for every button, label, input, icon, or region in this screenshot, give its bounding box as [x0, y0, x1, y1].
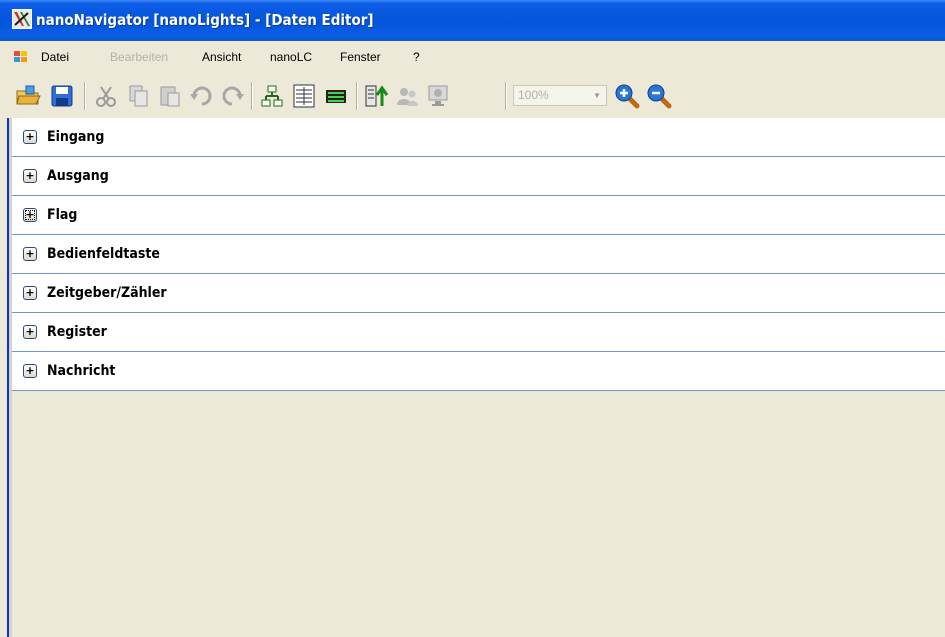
category-label: Eingang: [47, 129, 105, 145]
category-row-zeitgeber-zaehler[interactable]: + Zeitgeber/Zähler: [12, 274, 945, 313]
upload-button[interactable]: [363, 82, 391, 110]
green-bars-icon: [326, 90, 346, 103]
category-row-eingang[interactable]: + Eingang: [12, 118, 945, 157]
paste-button[interactable]: [156, 82, 184, 110]
zoom-in-icon: [615, 84, 640, 109]
expand-button[interactable]: +: [23, 169, 37, 183]
menu-fenster[interactable]: Fenster: [340, 41, 381, 74]
category-label: Ausgang: [47, 168, 109, 184]
menu-bar: Datei Bearbeiten Ansicht nanoLC Fenster …: [0, 41, 945, 74]
expand-button[interactable]: +: [23, 286, 37, 300]
expand-button[interactable]: +: [23, 208, 37, 222]
tree-view-icon: [261, 85, 283, 107]
redo-button[interactable]: [218, 82, 246, 110]
menu-nanolc[interactable]: nanoLC: [270, 41, 312, 74]
copy-icon: [129, 85, 148, 107]
category-label: Flag: [47, 207, 78, 223]
data-table-icon: [293, 84, 315, 108]
paste-icon: [160, 86, 180, 107]
category-row-bedienfeldtaste[interactable]: + Bedienfeldtaste: [12, 235, 945, 274]
category-row-ausgang[interactable]: + Ausgang: [12, 157, 945, 196]
monitor-icon: [428, 85, 448, 106]
undo-icon: [190, 86, 212, 106]
zoom-level-select[interactable]: 100% ▼: [513, 85, 607, 106]
zoom-level-value: 100%: [518, 88, 549, 102]
users-icon: [397, 88, 418, 106]
data-editor-panel: + Eingang + Ausgang + Flag + Bedienfeldt…: [0, 118, 945, 637]
menu-ansicht[interactable]: Ansicht: [202, 41, 241, 74]
mdi-window-icon[interactable]: [13, 49, 29, 65]
category-label: Bedienfeldtaste: [47, 246, 160, 262]
users-button[interactable]: [393, 82, 421, 110]
toolbar-separator: [505, 82, 507, 110]
window-frame-left: [0, 118, 7, 637]
monitor-button[interactable]: [424, 82, 452, 110]
upload-icon: [365, 85, 389, 107]
expand-button[interactable]: +: [23, 364, 37, 378]
category-list: + Eingang + Ausgang + Flag + Bedienfeldt…: [12, 118, 945, 391]
zoom-out-icon: [647, 84, 672, 109]
tree-view-button[interactable]: [258, 82, 286, 110]
menu-help[interactable]: ?: [413, 41, 420, 74]
save-icon: [51, 85, 73, 107]
chevron-down-icon[interactable]: ▼: [590, 88, 604, 103]
toolbar: [0, 74, 945, 118]
toolbar-separator: [84, 82, 86, 110]
cut-button[interactable]: [92, 82, 120, 110]
expand-button[interactable]: +: [23, 325, 37, 339]
zoom-out-button[interactable]: [645, 82, 673, 110]
category-row-flag[interactable]: + Flag: [12, 196, 945, 235]
category-label: Register: [47, 324, 107, 340]
menu-datei[interactable]: Datei: [41, 41, 69, 74]
window-title: nanoNavigator [nanoLights] - [Daten Edit…: [36, 11, 374, 29]
zoom-in-button[interactable]: [613, 82, 641, 110]
category-label: Zeitgeber/Zähler: [47, 285, 167, 301]
cut-icon: [96, 86, 116, 107]
category-label: Nachricht: [47, 363, 116, 379]
category-row-register[interactable]: + Register: [12, 313, 945, 352]
app-logo-icon: [12, 9, 32, 29]
expand-button[interactable]: +: [23, 130, 37, 144]
category-row-nachricht[interactable]: + Nachricht: [12, 352, 945, 391]
toolbar-separator: [251, 82, 253, 110]
expand-button[interactable]: +: [23, 247, 37, 261]
list-view-button[interactable]: [322, 82, 350, 110]
toolbar-separator: [356, 82, 358, 110]
title-bar[interactable]: nanoNavigator [nanoLights] - [Daten Edit…: [0, 0, 945, 41]
copy-button[interactable]: [124, 82, 152, 110]
menu-bearbeiten[interactable]: Bearbeiten: [110, 41, 168, 74]
data-table-button[interactable]: [290, 82, 318, 110]
redo-icon: [222, 86, 244, 106]
open-button[interactable]: [14, 82, 42, 110]
open-folder-icon: [16, 85, 41, 105]
save-button[interactable]: [48, 82, 76, 110]
undo-button[interactable]: [188, 82, 216, 110]
